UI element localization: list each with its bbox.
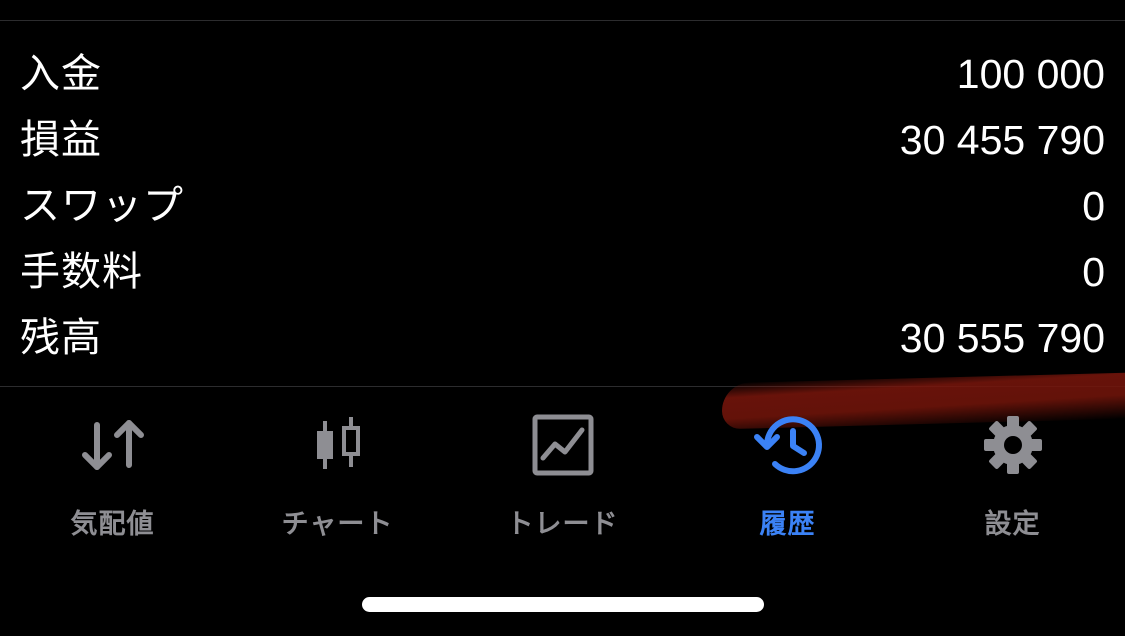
tab-bar: 気配値 チャート トレード 履歴 設定 <box>0 392 1125 542</box>
up-down-arrows-icon <box>78 410 148 480</box>
top-divider <box>0 20 1125 21</box>
history-clock-icon <box>753 410 823 480</box>
summary-label: 入金 <box>20 51 102 97</box>
account-summary: 入金 100 000 損益 30 455 790 スワップ 0 手数料 0 残高… <box>0 41 1125 371</box>
summary-value: 30 555 790 <box>899 315 1105 361</box>
candlestick-icon <box>303 410 373 480</box>
summary-row-balance: 残高 30 555 790 <box>0 305 1125 371</box>
tab-history[interactable]: 履歴 <box>675 392 900 542</box>
summary-value: 0 <box>1082 183 1105 229</box>
summary-value: 100 000 <box>956 51 1105 97</box>
tab-quotes[interactable]: 気配値 <box>0 392 225 542</box>
line-chart-icon <box>528 410 598 480</box>
history-screen: 入金 100 000 損益 30 455 790 スワップ 0 手数料 0 残高… <box>0 0 1125 636</box>
summary-value: 30 455 790 <box>899 117 1105 163</box>
summary-row-deposit: 入金 100 000 <box>0 41 1125 107</box>
tab-label: 気配値 <box>70 509 155 540</box>
tab-label: トレード <box>506 509 619 540</box>
summary-label: 損益 <box>20 117 102 163</box>
summary-label: スワップ <box>20 183 184 229</box>
summary-label: 手数料 <box>20 249 143 295</box>
summary-row-swap: スワップ 0 <box>0 173 1125 239</box>
tab-chart[interactable]: チャート <box>225 392 450 542</box>
summary-row-commission: 手数料 0 <box>0 239 1125 305</box>
tab-label: 設定 <box>984 509 1041 540</box>
tab-trade[interactable]: トレード <box>450 392 675 542</box>
home-indicator[interactable] <box>362 597 764 612</box>
tab-label: チャート <box>281 509 394 540</box>
tab-settings[interactable]: 設定 <box>900 392 1125 542</box>
tab-label: 履歴 <box>759 509 816 540</box>
summary-label: 残高 <box>20 315 102 361</box>
gear-icon <box>978 410 1048 480</box>
summary-value: 0 <box>1082 249 1105 295</box>
summary-row-profit-loss: 損益 30 455 790 <box>0 107 1125 173</box>
